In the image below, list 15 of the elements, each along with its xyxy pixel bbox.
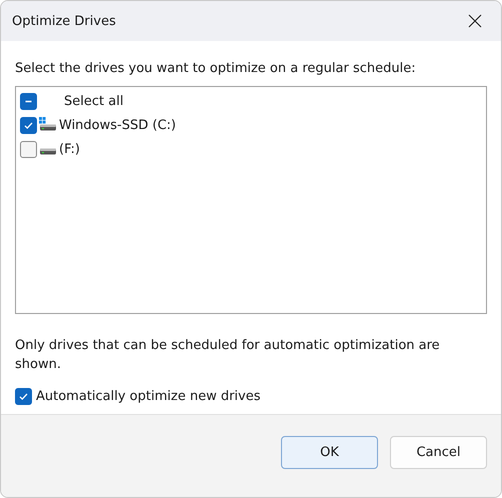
cancel-button[interactable]: Cancel [390,436,487,468]
auto-optimize-label[interactable]: Automatically optimize new drives [36,389,261,404]
window-title: Optimize Drives [12,14,116,28]
close-icon [468,14,482,28]
checkbox[interactable] [20,140,37,158]
checkbox[interactable] [20,92,37,110]
checkmark-icon [18,391,29,402]
select-all-label[interactable]: Select all [64,94,124,108]
ok-button[interactable]: OK [281,436,378,468]
drive-label[interactable]: (F:) [59,142,80,156]
drive-label[interactable]: Windows-SSD (C:) [59,118,176,132]
checkbox[interactable] [15,388,32,405]
note-text: Only drives that can be scheduled for automatic optimization are shown. [15,337,441,374]
checkbox[interactable] [20,116,37,134]
instruction-text: Select the drives you want to optimize on a regular schedule: [15,60,417,78]
